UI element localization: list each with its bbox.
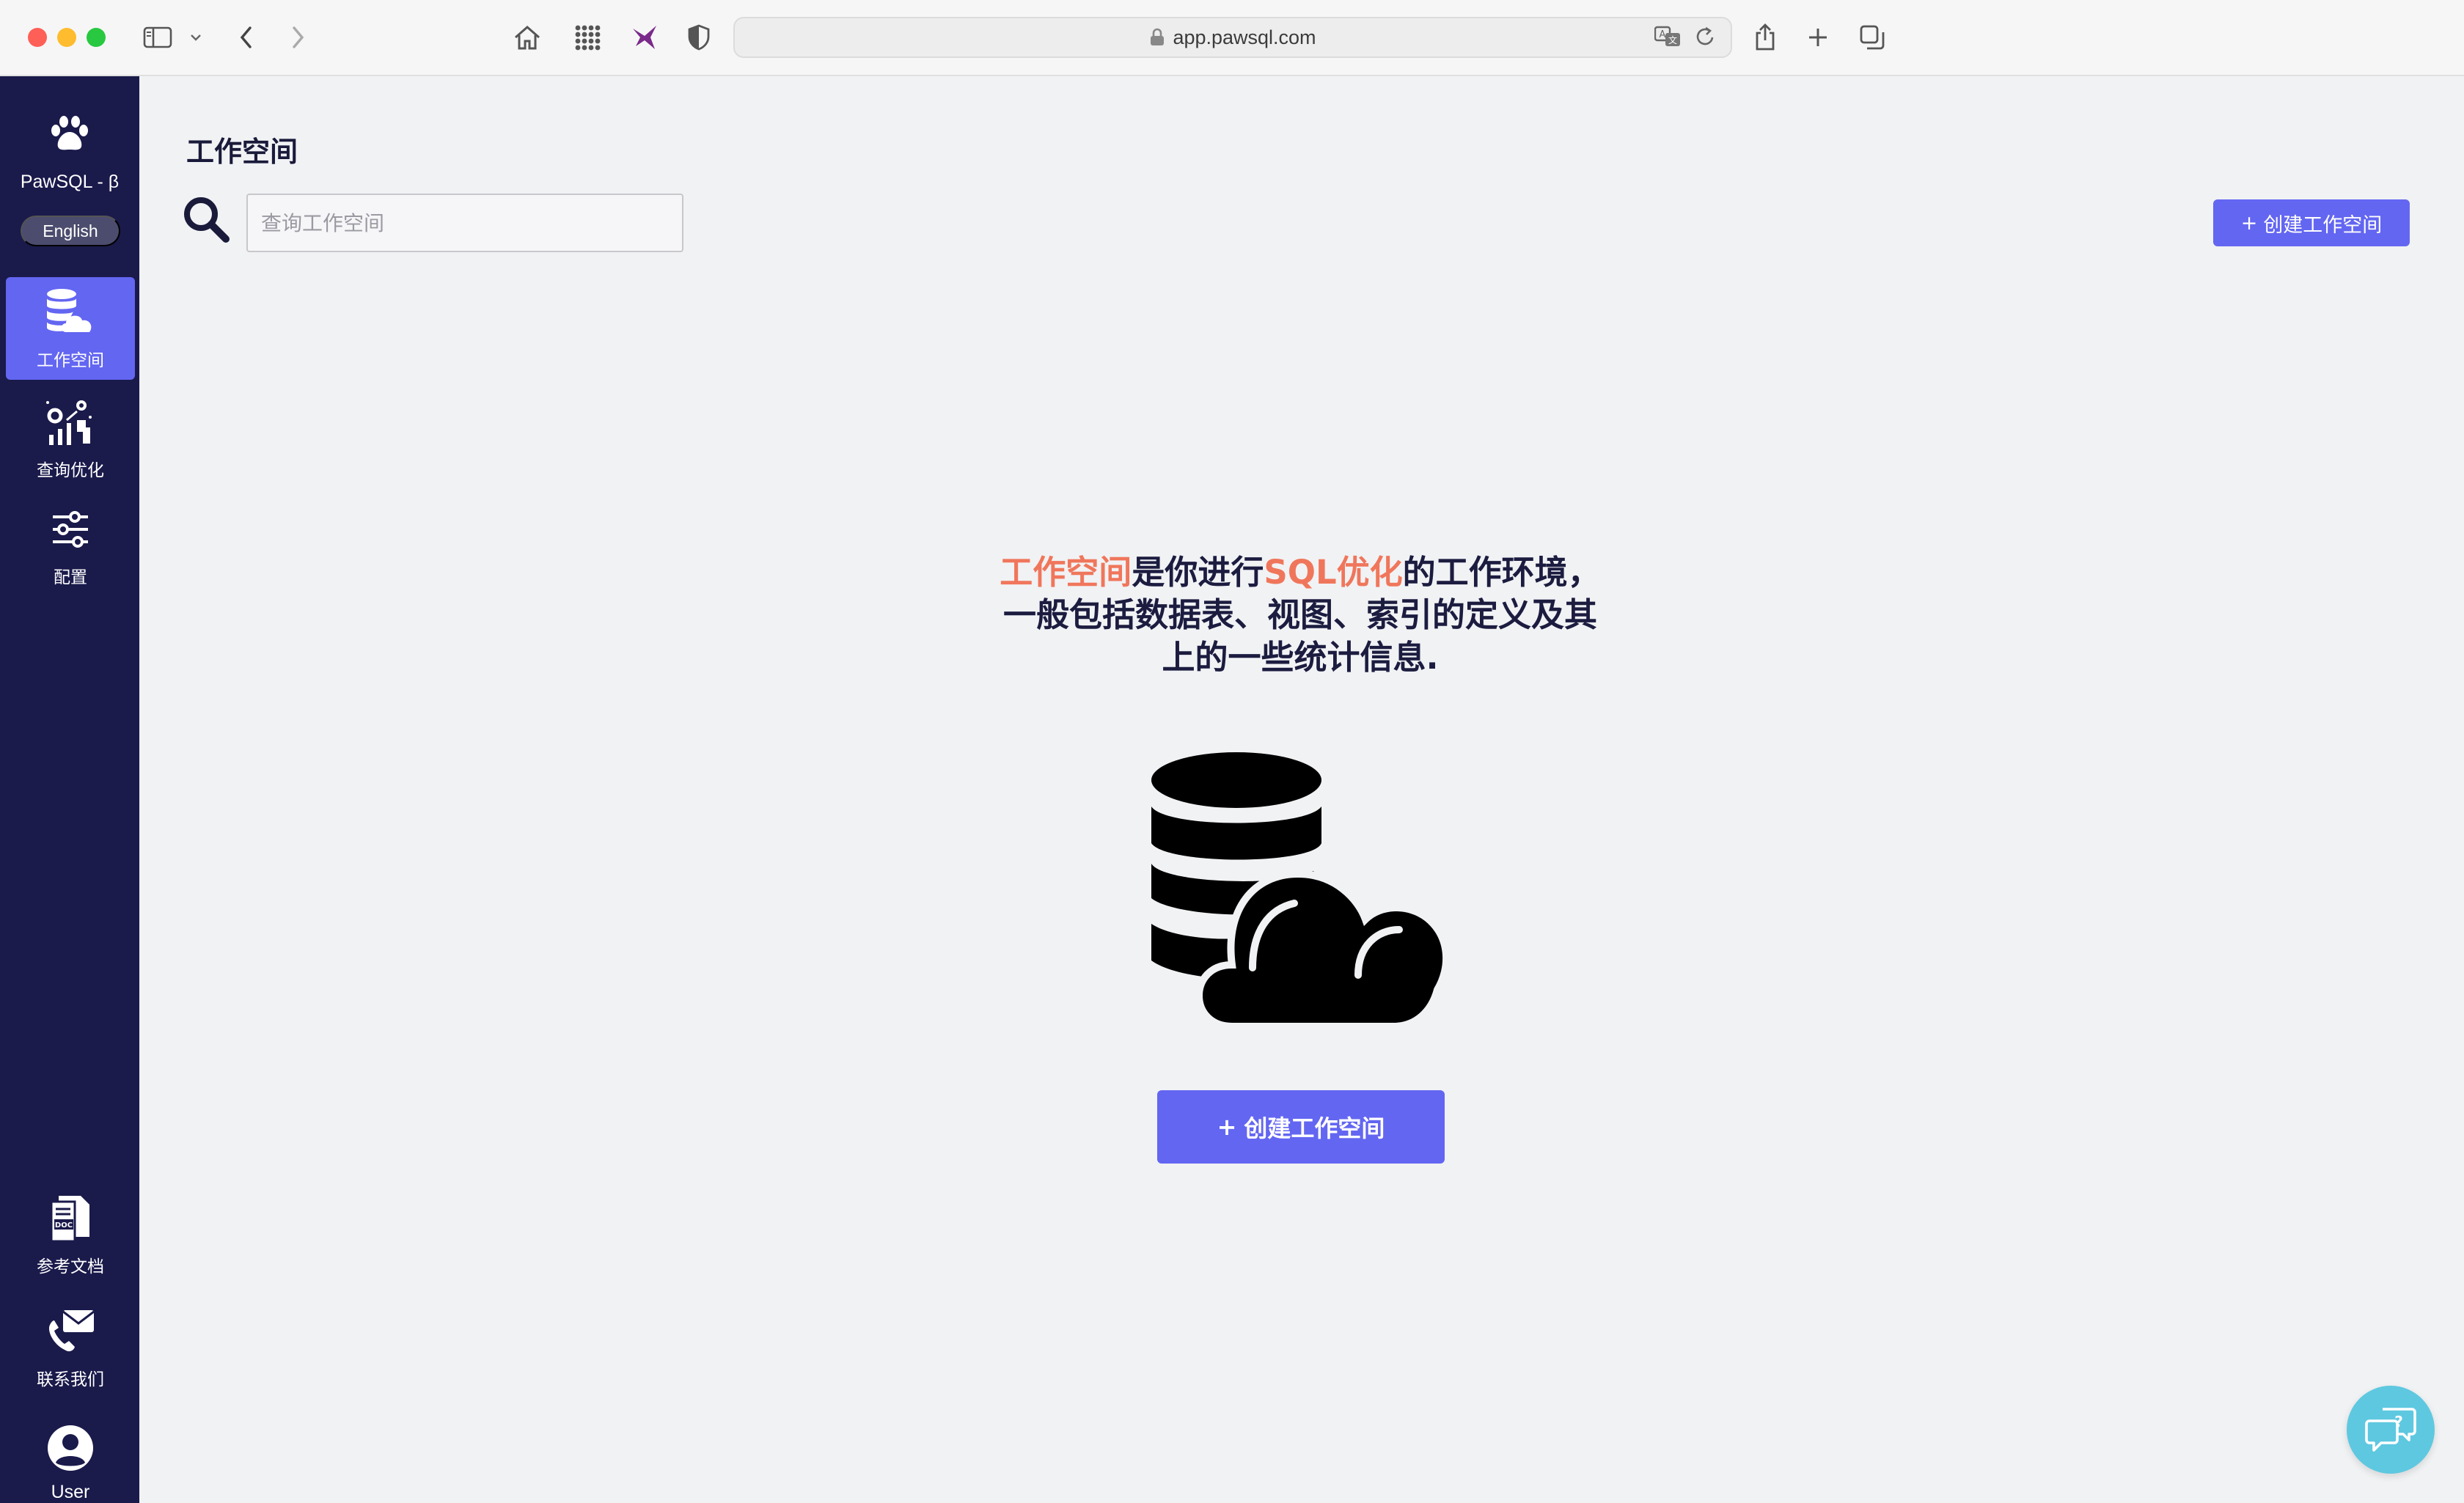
translate-icon[interactable]: A文 [1654,26,1682,51]
bird-extension-icon[interactable] [628,19,664,56]
browser-toolbar: app.pawsql.com A文 [0,0,2464,76]
url-text: app.pawsql.com [1173,26,1316,48]
doc-icon: DOC [44,1192,97,1245]
sidebar: PawSQL - β English 工作空间 查询优化 配置 DOC 参考文档… [0,76,139,1503]
highlight-sql-optimize: SQL优化 [1264,553,1403,592]
headline-text: 是你进行 [1132,553,1264,592]
forward-icon[interactable] [283,19,312,56]
reload-icon[interactable] [1695,26,1716,51]
sidebar-toggle-icon[interactable] [141,19,175,56]
new-tab-icon[interactable] [1801,19,1835,56]
sidebar-item-query-optimize[interactable]: 查询优化 [6,387,135,490]
workspace-search-input[interactable] [246,194,683,252]
plus-icon: + [1217,1113,1237,1141]
shield-icon[interactable] [682,19,716,56]
sidebar-item-contact[interactable]: 联系我们 [6,1296,135,1399]
sidebar-item-user[interactable]: User [6,1411,135,1503]
paw-logo-icon[interactable] [48,113,92,157]
brand-name: PawSQL - β [20,172,120,192]
address-bar[interactable]: app.pawsql.com A文 [733,17,1732,58]
page-title: 工作空间 [186,136,298,168]
sidebar-item-label: 参考文档 [37,1257,104,1276]
create-workspace-button-top[interactable]: + 创建工作空间 [2213,199,2410,246]
svg-text:DOC: DOC [55,1221,73,1230]
home-icon[interactable] [509,19,546,56]
sliders-icon [44,503,97,556]
query-optimize-icon [44,396,97,449]
empty-state-description: 工作空间是你进行SQL优化的工作环境，一般包括数据表、视图、索引的定义及其上的一… [990,551,1610,679]
sidebar-item-workspace[interactable]: 工作空间 [6,277,135,380]
create-workspace-button[interactable]: + 创建工作空间 [1157,1090,1445,1164]
sidebar-item-label: 查询优化 [37,461,104,480]
sidebar-item-label: 工作空间 [37,351,104,370]
create-workspace-label: 创建工作空间 [1244,1114,1385,1142]
create-workspace-label: 创建工作空间 [2263,213,2383,237]
svg-text:?: ? [2394,1413,2403,1430]
chat-help-icon: ? [2365,1408,2416,1452]
user-avatar-icon [44,1422,97,1474]
sidebar-item-docs[interactable]: DOC 参考文档 [6,1183,135,1286]
lock-icon [1151,28,1165,45]
sidebar-item-label: User [51,1481,90,1502]
chevron-down-icon[interactable] [186,19,205,56]
sidebar-item-config[interactable]: 配置 [6,494,135,597]
language-toggle-button[interactable]: English [21,216,120,246]
sidebar-item-label: 联系我们 [37,1370,104,1389]
svg-text:A: A [1660,29,1666,40]
highlight-workspace: 工作空间 [1000,553,1132,592]
tab-overview-icon[interactable] [1855,19,1889,56]
back-icon[interactable] [232,19,261,56]
support-chat-button[interactable]: ? [2347,1386,2435,1474]
database-cloud-icon [1144,748,1452,1030]
apps-grid-icon[interactable] [569,19,606,56]
database-cloud-icon [44,286,97,339]
contact-icon [44,1305,97,1358]
share-icon[interactable] [1748,19,1782,56]
search-icon[interactable] [182,195,230,243]
window-close-button[interactable] [28,28,47,47]
svg-text:文: 文 [1668,34,1677,45]
sidebar-item-label: 配置 [54,568,87,587]
window-zoom-button[interactable] [87,28,106,47]
window-minimize-button[interactable] [57,28,76,47]
plus-icon: + [2240,211,2258,235]
